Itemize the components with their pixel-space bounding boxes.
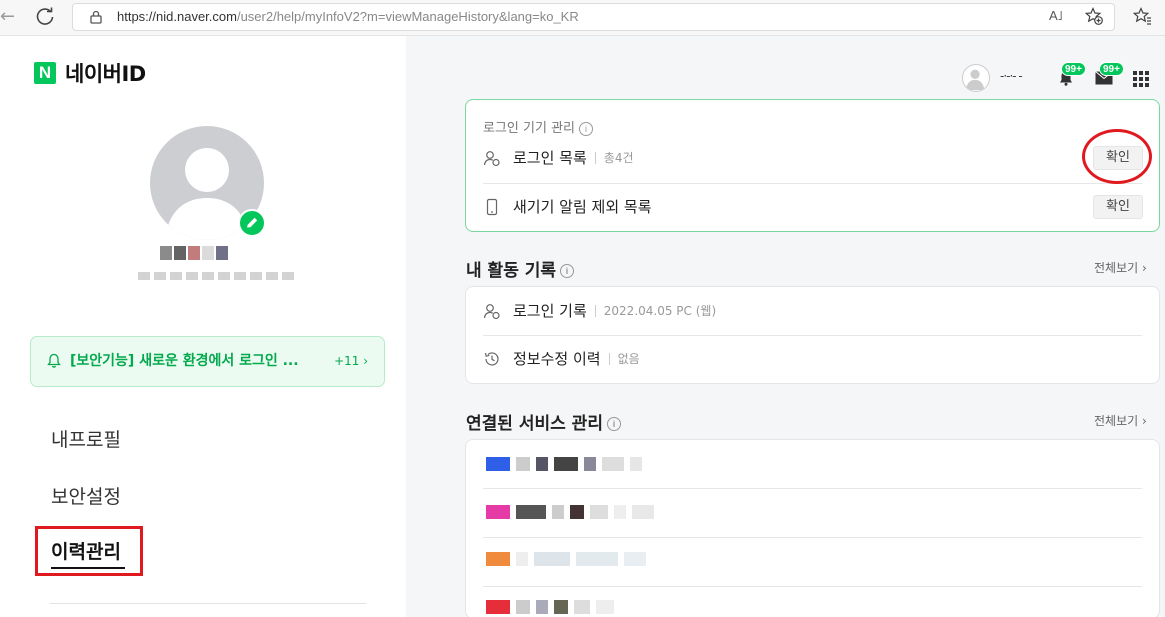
activity-section-title: 내 활동 기록 i bbox=[466, 256, 575, 281]
url-text: https://nid.naver.com/user2/help/myInfoV… bbox=[117, 9, 579, 24]
mobile-phone-icon bbox=[486, 198, 498, 216]
notification-badge: 99+ bbox=[1061, 62, 1086, 76]
services-section-title: 연결된 서비스 관리 i bbox=[466, 409, 621, 434]
highlight-box-annotation bbox=[35, 526, 143, 576]
profile-avatar[interactable] bbox=[150, 126, 266, 240]
naver-n-icon: N bbox=[34, 62, 56, 84]
menu-security[interactable]: 보안설정 bbox=[51, 482, 121, 509]
login-device-card: 로그인 기기 관리 i 로그인 목록 총4건 확인 새기기 알림 제외 목록 확인 bbox=[465, 99, 1160, 232]
login-list-row[interactable]: 로그인 목록 총4건 bbox=[483, 146, 634, 170]
info-edit-history-label: 정보수정 이력 bbox=[513, 350, 601, 368]
login-list-label: 로그인 목록 bbox=[513, 149, 587, 167]
redacted-service-row[interactable] bbox=[486, 453, 642, 475]
row-divider bbox=[483, 335, 1142, 336]
notice-text: [보안기능] 새로운 환경에서 로그인 ... bbox=[70, 353, 299, 369]
login-history-label: 로그인 기록 bbox=[513, 302, 587, 320]
new-device-exclusion-confirm-button[interactable]: 확인 bbox=[1093, 195, 1143, 219]
naver-id-logo[interactable]: N 네이버ID bbox=[34, 61, 146, 86]
row-divider bbox=[483, 183, 1142, 184]
info-edit-history-row[interactable]: 정보수정 이력 없음 bbox=[483, 347, 640, 371]
back-arrow-icon[interactable]: ← bbox=[0, 6, 14, 28]
login-history-row[interactable]: 로그인 기록 2022.04.05 PC (웹) bbox=[483, 299, 716, 323]
sidebar-divider bbox=[50, 603, 366, 604]
services-view-all-link[interactable]: 전체보기 › bbox=[1094, 412, 1147, 429]
new-device-exclusion-label: 새기기 알림 제외 목록 bbox=[513, 198, 652, 216]
device-card-title: 로그인 기기 관리 i bbox=[483, 117, 593, 136]
person-icon bbox=[965, 69, 985, 91]
redacted-user-name bbox=[160, 246, 228, 260]
info-icon[interactable]: i bbox=[560, 264, 575, 278]
login-history-meta: 2022.04.05 PC (웹) bbox=[603, 304, 717, 318]
highlight-circle-annotation bbox=[1082, 129, 1152, 184]
info-icon[interactable]: i bbox=[579, 121, 593, 136]
security-notice-banner[interactable]: [보안기능] 새로운 환경에서 로그인 ... +11 › bbox=[30, 336, 385, 387]
logo-text: 네이버ID bbox=[65, 62, 146, 86]
favorites-icon[interactable] bbox=[1133, 7, 1151, 25]
mail-badge: 99+ bbox=[1099, 62, 1124, 76]
info-icon[interactable]: i bbox=[606, 417, 621, 431]
refresh-icon[interactable] bbox=[34, 6, 56, 28]
browser-toolbar: ← https://nid.naver.com/user2/help/myInf… bbox=[0, 0, 1165, 36]
bell-icon bbox=[47, 353, 61, 368]
connected-services-card bbox=[465, 439, 1160, 617]
notice-count[interactable]: +11 › bbox=[334, 337, 368, 386]
user-name[interactable]: -·-·- - bbox=[1000, 69, 1023, 83]
lock-icon bbox=[90, 10, 102, 24]
address-bar[interactable]: https://nid.naver.com/user2/help/myInfoV… bbox=[72, 3, 1115, 31]
user-avatar[interactable] bbox=[962, 64, 990, 92]
edit-avatar-button[interactable] bbox=[238, 209, 266, 237]
activity-view-all-link[interactable]: 전체보기 › bbox=[1094, 259, 1147, 276]
row-divider bbox=[483, 537, 1142, 538]
apps-grid-icon[interactable] bbox=[1133, 71, 1149, 87]
add-favorite-icon[interactable] bbox=[1085, 7, 1103, 25]
redacted-service-row[interactable] bbox=[486, 501, 654, 523]
user-device-icon bbox=[483, 151, 500, 167]
user-device-icon bbox=[483, 304, 500, 320]
redacted-service-row[interactable] bbox=[486, 548, 646, 570]
read-aloud-icon[interactable]: A˩ bbox=[1049, 8, 1063, 23]
row-divider bbox=[483, 586, 1142, 587]
row-divider bbox=[483, 488, 1142, 489]
sidebar: N 네이버ID [보안기능] 새로운 환경에서 로그인 ... +11 › 내프… bbox=[0, 36, 406, 617]
redacted-service-row[interactable] bbox=[486, 596, 614, 617]
info-edit-history-meta: 없음 bbox=[617, 352, 640, 366]
activity-card: 로그인 기록 2022.04.05 PC (웹) 정보수정 이력 없음 bbox=[465, 286, 1160, 384]
menu-profile[interactable]: 내프로필 bbox=[51, 425, 121, 452]
new-device-exclusion-row[interactable]: 새기기 알림 제외 목록 bbox=[483, 195, 652, 219]
history-clock-icon bbox=[484, 352, 499, 366]
pencil-icon bbox=[247, 217, 258, 228]
redacted-user-email bbox=[138, 272, 294, 280]
login-list-count: 총4건 bbox=[603, 151, 634, 165]
